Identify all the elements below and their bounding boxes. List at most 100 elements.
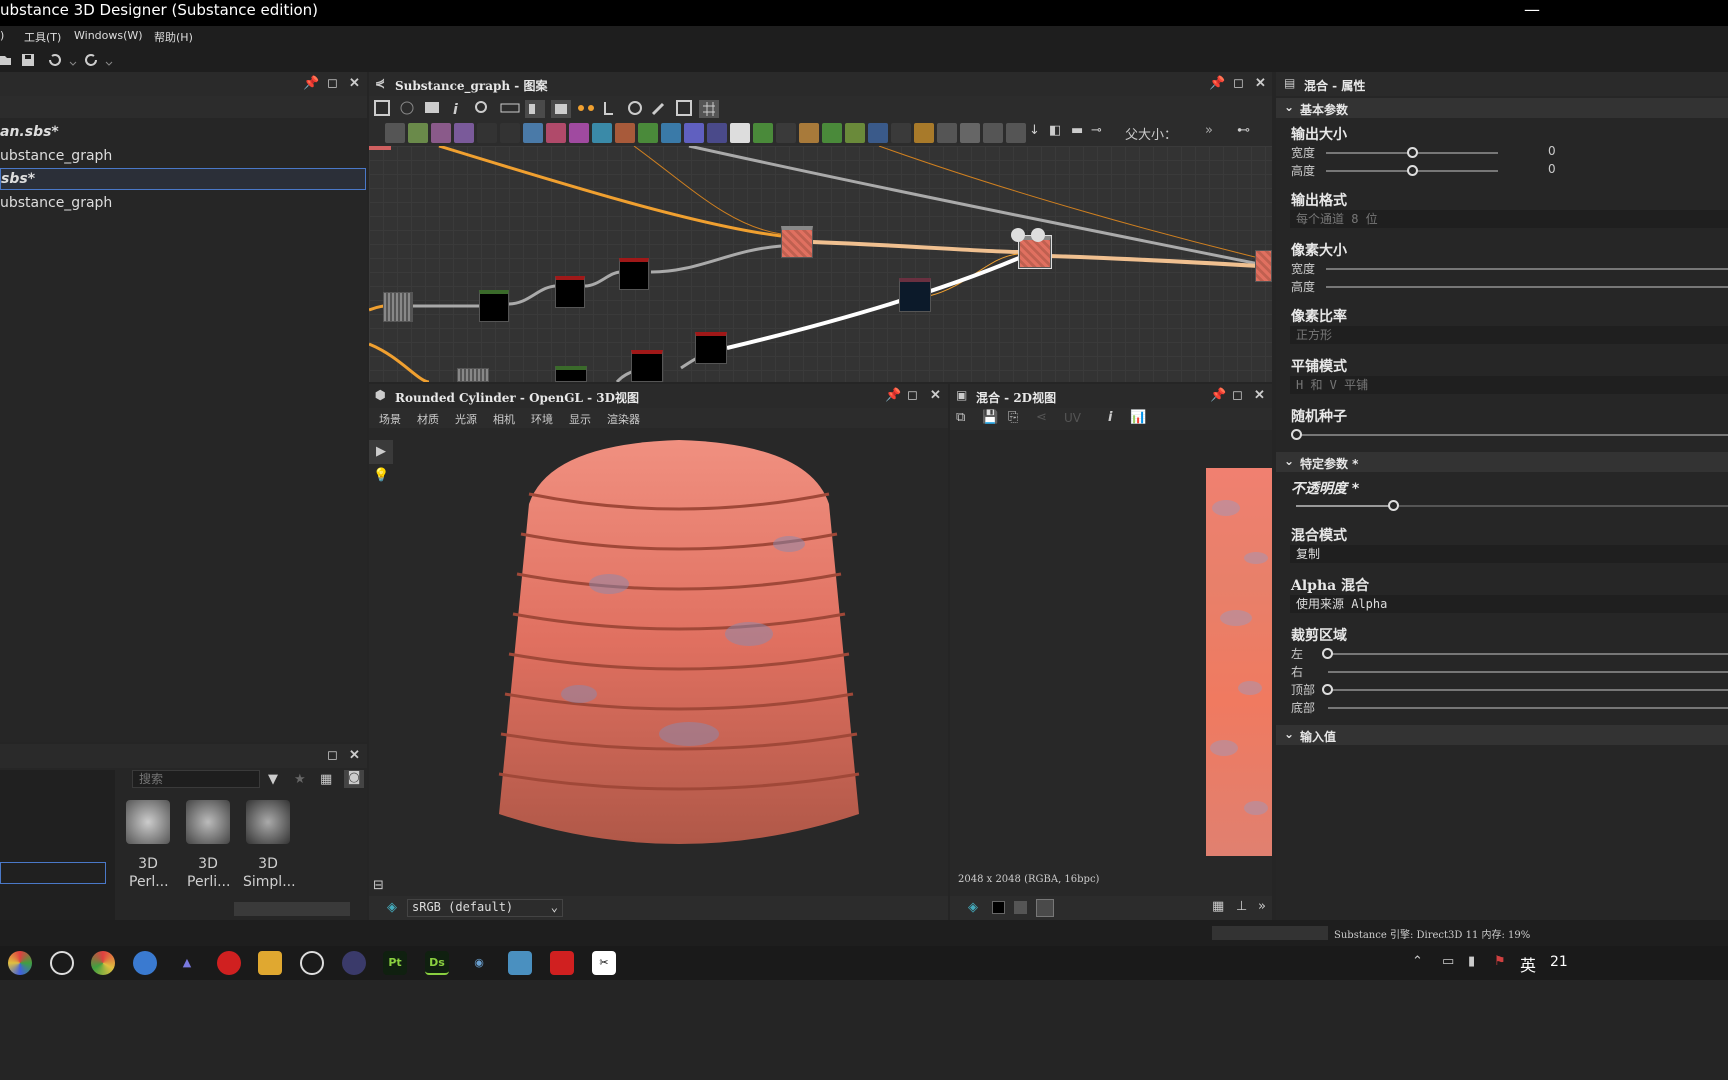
shuffle2-node-icon[interactable] [891, 123, 911, 143]
output-format-field[interactable]: 每个通道 8 位 [1290, 210, 1728, 228]
tiling-mode-field[interactable]: H 和 V 平铺 [1290, 376, 1728, 394]
pixel-ratio-field[interactable]: 正方形 [1290, 326, 1728, 344]
library-search-input[interactable] [132, 770, 260, 788]
expose-icon[interactable]: ◧ [1049, 123, 1061, 138]
warp-node-icon[interactable] [431, 123, 451, 143]
copy-icon[interactable]: ⎘ [1008, 410, 1018, 425]
crop-left-slider[interactable] [1328, 653, 1728, 655]
blender-icon[interactable] [342, 951, 366, 975]
blend-mode-select[interactable]: 复制 [1290, 545, 1728, 563]
pin-icon[interactable]: 📌 [1209, 76, 1225, 91]
uniform-node-icon[interactable] [500, 123, 520, 143]
sphere-node-icon[interactable] [707, 123, 727, 143]
tree-item-graph[interactable]: ubstance_graph [0, 146, 112, 168]
graph-node-dark[interactable] [899, 278, 931, 312]
graph-node-green[interactable] [479, 290, 509, 322]
favorite-icon[interactable]: ★ [294, 772, 306, 787]
crop-top-slider[interactable] [1328, 689, 1728, 691]
menu-item-tools[interactable]: 工具(T) [24, 29, 61, 45]
blend-node-icon[interactable] [408, 123, 428, 143]
scene-tree-icon[interactable]: ⊟ [373, 878, 384, 893]
filter-icon[interactable]: ▼ [268, 772, 278, 787]
menu-lights[interactable]: 光源 [455, 411, 477, 427]
alpha-blend-select[interactable]: 使用来源 Alpha [1290, 595, 1728, 613]
2d-texture-preview[interactable] [1206, 468, 1272, 856]
channel-rgb[interactable] [1036, 899, 1054, 917]
graph-node-red-3[interactable] [695, 332, 727, 364]
maximize-icon[interactable]: ◻ [1232, 388, 1243, 403]
music-icon[interactable] [217, 951, 241, 975]
link-icon[interactable]: ⊷ [1237, 123, 1250, 138]
random-seed-knob[interactable] [1291, 429, 1302, 440]
library-scrollbar[interactable] [234, 902, 350, 916]
pixel-width-slider[interactable] [1326, 268, 1728, 270]
library-thumb-perlin[interactable] [126, 800, 170, 844]
chrome-icon[interactable] [91, 951, 115, 975]
crop-left-knob[interactable] [1322, 648, 1333, 659]
maximize-icon[interactable]: ◻ [1233, 76, 1244, 91]
video-icon[interactable]: ▭ [1442, 954, 1454, 969]
bitmap-node-icon[interactable] [454, 123, 474, 143]
info-icon[interactable]: i [1108, 410, 1112, 425]
histogram-node-icon[interactable] [822, 123, 842, 143]
height-slider-knob[interactable] [1407, 165, 1418, 176]
minimize-button[interactable]: — [1524, 0, 1540, 19]
width-value[interactable]: 0 [1548, 144, 1556, 158]
mirror-node-icon[interactable] [914, 123, 934, 143]
select-node-icon[interactable] [868, 123, 888, 143]
painter-icon[interactable]: Pt [383, 951, 407, 975]
normal-node-icon[interactable] [730, 123, 750, 143]
pin-icon[interactable]: 📌 [1210, 388, 1226, 403]
output-node-icon[interactable] [960, 123, 980, 143]
channel-black[interactable] [992, 901, 1005, 914]
pixel-height-slider[interactable] [1326, 286, 1728, 288]
directional-node-icon[interactable] [845, 123, 865, 143]
save-icon[interactable]: 💾 [982, 410, 998, 425]
close-icon[interactable]: ✕ [1255, 76, 1266, 91]
designer-icon[interactable]: Ds [425, 951, 449, 975]
curve-node-icon[interactable] [638, 123, 658, 143]
layers-icon[interactable]: ◈ [968, 900, 978, 915]
uv-toggle[interactable]: UV [1064, 411, 1081, 425]
steam-icon[interactable]: ◉ [467, 951, 491, 975]
switch-node-icon[interactable] [799, 123, 819, 143]
menu-scene[interactable]: 场景 [379, 411, 401, 427]
ime-indicator[interactable]: 英 [1520, 952, 1536, 976]
menu-item-windows[interactable]: Windows(W) [74, 29, 143, 42]
random-seed-slider[interactable] [1296, 434, 1728, 436]
tree-item-graph-2[interactable]: ubstance_graph [0, 193, 112, 215]
menu-display[interactable]: 显示 [569, 411, 591, 427]
menu-material[interactable]: 材质 [417, 411, 439, 427]
opacity-knob[interactable] [1388, 500, 1399, 511]
mountain-icon[interactable]: ▲ [175, 951, 199, 975]
refresh-icon[interactable]: ◙ [344, 770, 364, 788]
graph-tool-icons[interactable]: i [373, 98, 723, 118]
maximize-icon[interactable]: ◻ [327, 748, 338, 763]
hsl-node-icon[interactable] [684, 123, 704, 143]
height-value[interactable]: 0 [1548, 162, 1556, 176]
maximize-icon[interactable]: ◻ [907, 388, 918, 403]
menu-item-help[interactable]: 帮助(H) [154, 29, 193, 45]
comment-node-icon[interactable] [1006, 123, 1026, 143]
graph-node-stripes[interactable] [383, 292, 413, 322]
frame-node-icon[interactable] [983, 123, 1003, 143]
more-icon[interactable]: » [1205, 123, 1213, 138]
3d-viewport-mesh[interactable] [489, 434, 869, 874]
menu-renderer[interactable]: 渲染器 [607, 411, 640, 427]
transform-node-icon[interactable] [523, 123, 543, 143]
node-preview-icon[interactable] [1011, 228, 1025, 242]
graph-node-output[interactable] [1255, 250, 1272, 282]
opacity-slider[interactable] [1296, 505, 1728, 507]
close-icon[interactable]: ✕ [1254, 388, 1265, 403]
noise-node-icon[interactable] [477, 123, 497, 143]
graph-node-red-2[interactable] [619, 258, 649, 290]
close-icon[interactable]: ✕ [349, 76, 360, 91]
menu-camera[interactable]: 相机 [493, 411, 515, 427]
pin-node-icon[interactable]: ↓ [1029, 123, 1040, 138]
crop-top-knob[interactable] [1322, 684, 1333, 695]
fxmap-node-icon[interactable] [592, 123, 612, 143]
unreal-icon[interactable] [300, 951, 324, 975]
folder-icon[interactable] [258, 951, 282, 975]
photos-icon[interactable] [508, 951, 532, 975]
axis-icon[interactable]: ⊥ [1236, 899, 1247, 914]
